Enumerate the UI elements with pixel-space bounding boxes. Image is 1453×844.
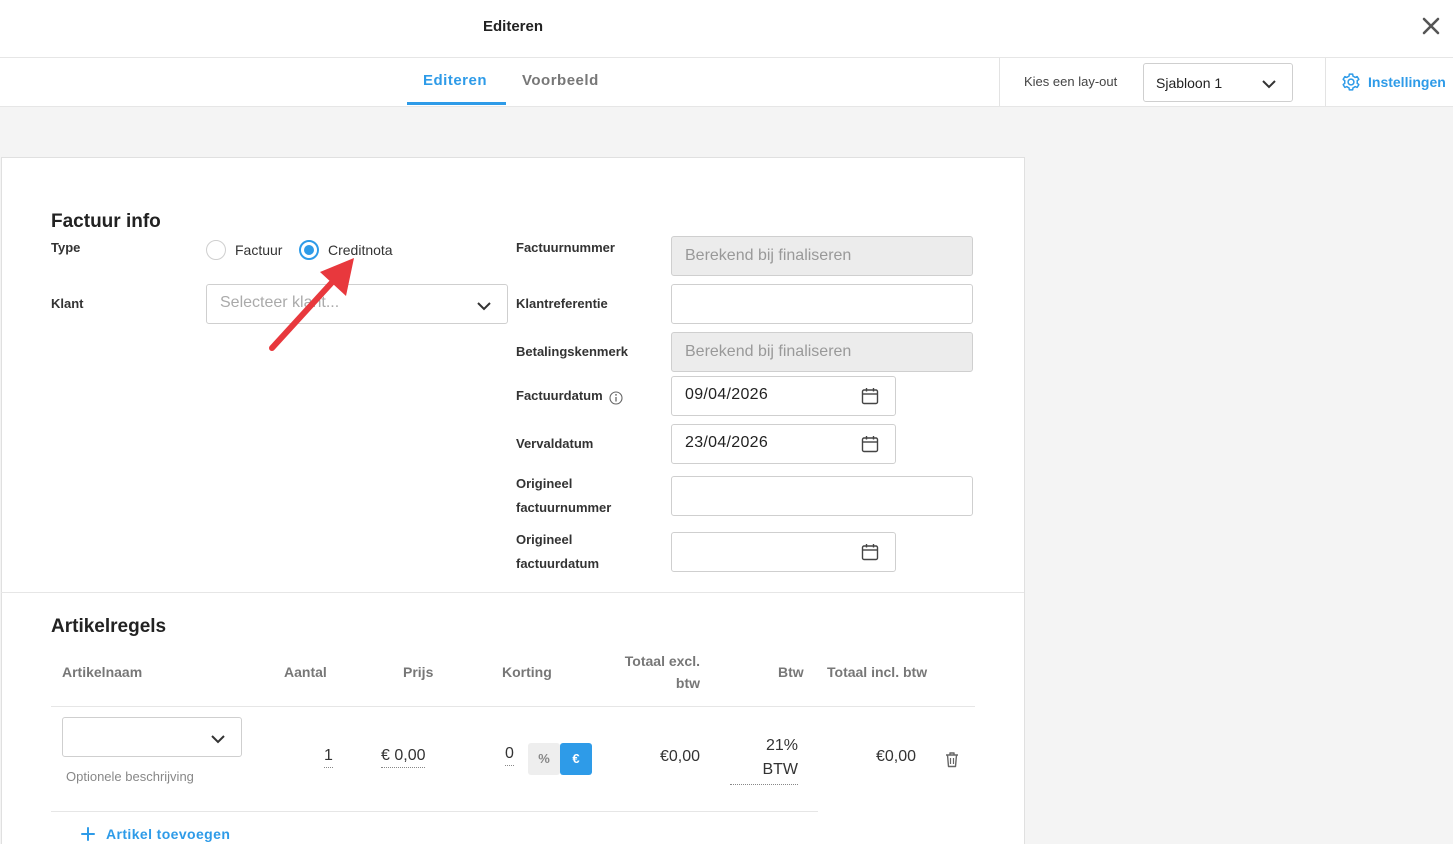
- item-qty-field[interactable]: 1: [324, 747, 333, 768]
- divider: [1325, 58, 1326, 106]
- column-header-total-excl-line1: Totaal excl.: [624, 653, 700, 669]
- calendar-icon[interactable]: [861, 435, 879, 458]
- settings-label: Instellingen: [1368, 74, 1446, 90]
- radio-circle: [206, 240, 226, 260]
- tab-editeren[interactable]: Editeren: [423, 72, 487, 89]
- original-invoice-number-label: Origineel factuurnummer: [516, 472, 611, 520]
- info-icon[interactable]: [609, 389, 623, 405]
- tab-bar: Editeren Voorbeeld Kies een lay-out Sjab…: [0, 58, 1453, 107]
- divider: [999, 58, 1000, 106]
- item-total-incl: €0,00: [875, 748, 916, 765]
- client-label: Klant: [51, 296, 84, 311]
- settings-button[interactable]: Instellingen: [1341, 72, 1446, 92]
- original-invoice-number-label-line1: Origineel: [516, 476, 573, 491]
- chevron-down-icon: [209, 730, 227, 753]
- item-vat-line2: BTW: [762, 761, 798, 778]
- item-vat-line1: 21%: [765, 737, 798, 754]
- due-date-field[interactable]: 23/04/2026: [671, 424, 896, 464]
- trash-icon[interactable]: [944, 751, 960, 768]
- original-invoice-date-label: Origineel factuurdatum: [516, 528, 599, 576]
- payment-reference-label: Betalingskenmerk: [516, 344, 628, 359]
- add-item-label: Artikel toevoegen: [106, 826, 231, 842]
- due-date-value: 23/04/2026: [685, 434, 769, 451]
- item-description-field[interactable]: Optionele beschrijving: [66, 769, 194, 784]
- item-total-excl: €0,00: [659, 748, 700, 765]
- invoice-date-label-wrap: Factuurdatum: [516, 384, 623, 408]
- column-header-name: Artikelnaam: [62, 664, 143, 680]
- item-discount-field[interactable]: 0: [505, 745, 514, 766]
- invoice-number-field: [671, 236, 973, 276]
- table-row-divider: [51, 811, 818, 812]
- original-invoice-date-field[interactable]: [671, 532, 896, 572]
- table-header-divider: [51, 706, 975, 707]
- modal-title: Editeren: [482, 18, 543, 35]
- layout-select[interactable]: Sjabloon 1: [1143, 63, 1293, 102]
- due-date-label: Vervaldatum: [516, 436, 594, 451]
- original-invoice-number-label-line2: factuurnummer: [516, 500, 612, 515]
- section-title-invoice-info: Factuur info: [51, 211, 161, 232]
- column-header-vat: Btw: [778, 664, 804, 680]
- original-invoice-date-label-line2: factuurdatum: [516, 556, 600, 571]
- item-price-field[interactable]: € 0,00: [381, 747, 426, 768]
- section-title-items: Artikelregels: [51, 616, 167, 637]
- modal-header: Editeren: [0, 0, 1453, 58]
- layout-select-value: Sjabloon 1: [1156, 75, 1223, 91]
- tab-voorbeeld[interactable]: Voorbeeld: [522, 72, 599, 89]
- payment-reference-field: [671, 332, 973, 372]
- original-invoice-date-label-line1: Origineel: [516, 532, 573, 547]
- add-item-button[interactable]: Artikel toevoegen: [80, 826, 230, 842]
- invoice-date-value: 09/04/2026: [685, 386, 769, 403]
- invoice-number-label: Factuurnummer: [516, 240, 615, 255]
- discount-percent-toggle[interactable]: %: [528, 743, 560, 775]
- discount-euro-toggle[interactable]: €: [560, 743, 592, 775]
- client-reference-field[interactable]: [671, 284, 973, 324]
- calendar-icon[interactable]: [861, 387, 879, 410]
- column-header-discount: Korting: [502, 664, 552, 680]
- original-invoice-number-field[interactable]: [671, 476, 973, 516]
- calendar-icon[interactable]: [861, 543, 879, 566]
- invoice-date-field[interactable]: 09/04/2026: [671, 376, 896, 416]
- invoice-date-label: Factuurdatum: [516, 388, 603, 403]
- chevron-down-icon: [475, 297, 493, 320]
- annotation-arrow-icon: [269, 258, 354, 351]
- section-divider: [1, 592, 1024, 593]
- item-name-select[interactable]: [62, 717, 242, 757]
- item-vat-select[interactable]: 21% BTW: [730, 734, 798, 785]
- plus-icon: [80, 826, 96, 842]
- client-reference-label: Klantreferentie: [516, 296, 608, 311]
- column-header-total-incl: Totaal incl. btw: [827, 664, 928, 680]
- gear-icon: [1341, 72, 1361, 92]
- layout-label: Kies een lay-out: [1024, 74, 1118, 89]
- column-header-price: Prijs: [403, 664, 434, 680]
- column-header-total-excl: Totaal excl. btw: [600, 650, 700, 694]
- active-tab-indicator: [407, 102, 506, 105]
- close-icon[interactable]: [1417, 12, 1445, 40]
- chevron-down-icon: [1260, 75, 1278, 98]
- column-header-qty: Aantal: [284, 664, 327, 680]
- column-header-total-excl-line2: btw: [675, 675, 700, 691]
- type-label: Type: [51, 240, 81, 255]
